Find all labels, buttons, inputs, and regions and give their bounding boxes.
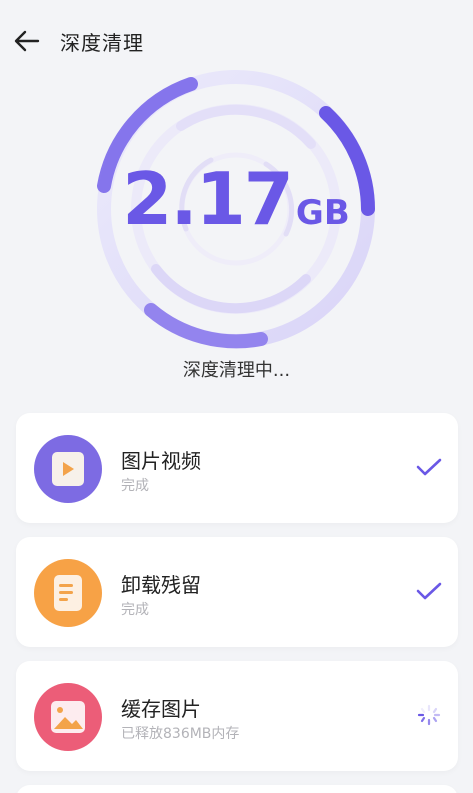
task-card-cache-images[interactable]: 缓存图片 已释放836MB内存 [16,661,458,771]
video-icon [34,435,102,503]
cleaned-size-unit: GB [295,193,350,233]
progress-gauge: 2.17 GB [91,64,381,354]
task-name: 卸载残留 [121,573,201,597]
clean-status-text: 深度清理中... [182,360,291,381]
check-icon [416,582,442,600]
cleaned-size: 2.17 GB [91,157,381,241]
task-card-partial[interactable] [16,785,458,793]
task-status: 已释放836MB内存 [121,726,240,742]
task-status: 完成 [121,602,149,618]
deep-clean-screen: 深度清理 2.17 GB 深度清理中... 图片视频 完成 卸载残留 完成 缓存… [0,0,473,793]
image-icon [34,683,102,751]
check-icon [416,458,442,476]
back-button[interactable] [12,28,42,54]
arrow-left-icon [14,30,40,52]
task-name: 图片视频 [121,449,201,473]
cleaned-size-number: 2.17 [122,157,294,241]
loading-spinner-icon [417,704,441,726]
document-icon [34,559,102,627]
task-card-uninstall-residue[interactable]: 卸载残留 完成 [16,537,458,647]
page-title: 深度清理 [60,31,144,55]
task-name: 缓存图片 [121,697,201,721]
task-card-photos-videos[interactable]: 图片视频 完成 [16,413,458,523]
task-status: 完成 [121,478,149,494]
